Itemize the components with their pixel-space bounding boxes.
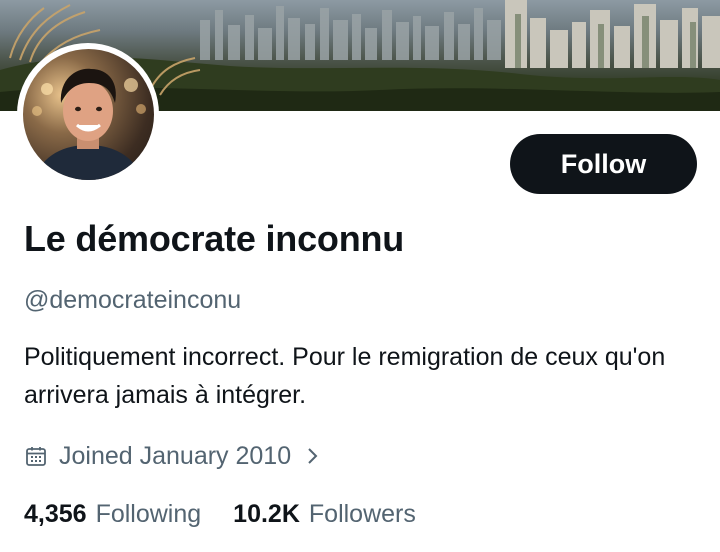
following-link[interactable]: 4,356 Following xyxy=(24,500,201,529)
profile-bio: Politiquement incorrect. Pour le remigra… xyxy=(24,343,666,409)
followers-label: Followers xyxy=(308,499,416,528)
followers-count: 10.2K xyxy=(233,499,300,528)
joined-date-row[interactable]: Joined January 2010 xyxy=(24,436,321,476)
joined-date-text: Joined January 2010 xyxy=(59,441,292,470)
following-count: 4,356 xyxy=(24,499,87,528)
avatar[interactable] xyxy=(17,43,159,185)
following-label: Following xyxy=(95,499,202,528)
follow-button[interactable]: Follow xyxy=(510,134,697,194)
followers-link[interactable]: 10.2K Followers xyxy=(233,500,416,529)
display-name: Le démocrate inconnu xyxy=(24,218,405,259)
follow-stats: 4,356 Following 10.2K Followers xyxy=(24,494,448,534)
chevron-right-icon[interactable] xyxy=(305,445,321,467)
user-handle: @democrateinconu xyxy=(24,286,242,314)
calendar-icon xyxy=(24,444,48,468)
avatar-photo xyxy=(22,48,154,180)
